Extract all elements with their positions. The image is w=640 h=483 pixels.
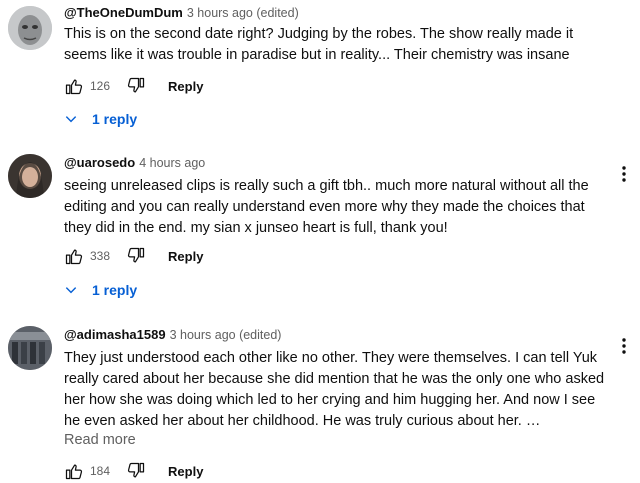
comment-text: seeing unreleased clips is really such a…	[64, 178, 589, 236]
thumbs-up-outline-icon	[65, 79, 83, 95]
comment-header: @adimasha1589 3 hours ago (edited)	[64, 326, 281, 344]
comment-author[interactable]: @TheOneDumDum	[64, 5, 183, 20]
like-button[interactable]	[62, 244, 86, 268]
dislike-button[interactable]	[124, 244, 148, 268]
like-button[interactable]	[62, 459, 86, 483]
thumbs-up-outline-icon	[65, 464, 83, 480]
chevron-down-icon	[65, 116, 77, 123]
comment-actions: 126 Reply	[62, 74, 203, 98]
reply-button[interactable]: Reply	[168, 249, 203, 264]
thumbs-down-outline-icon	[127, 247, 145, 263]
comment-actions: 338 Reply	[62, 244, 203, 268]
like-count: 184	[90, 464, 111, 478]
comment-timestamp[interactable]: 4 hours ago	[139, 156, 205, 170]
comment-menu-button[interactable]	[616, 334, 632, 358]
replies-label: 1 reply	[92, 111, 138, 127]
comment-text: They just understood each other like no …	[64, 350, 605, 429]
comment-text: This is on the second date right? Judgin…	[64, 26, 574, 63]
thumbs-down-outline-icon	[127, 462, 145, 478]
avatar[interactable]	[8, 154, 52, 198]
comment-timestamp[interactable]: 3 hours ago (edited)	[170, 328, 282, 342]
comment-actions: 184 Reply	[62, 459, 203, 483]
vertical-dots-icon	[622, 338, 626, 354]
comment-author[interactable]: @adimasha1589	[64, 327, 166, 342]
like-count: 126	[90, 79, 111, 93]
comment-author[interactable]: @uarosedo	[64, 155, 135, 170]
comment-timestamp[interactable]: 3 hours ago (edited)	[187, 6, 299, 20]
read-more-button[interactable]: Read more	[64, 432, 136, 448]
dislike-button[interactable]	[124, 459, 148, 483]
thumbs-up-outline-icon	[65, 249, 83, 265]
vertical-dots-icon	[622, 166, 626, 182]
chevron-down-icon	[65, 287, 77, 294]
dislike-button[interactable]	[124, 74, 148, 98]
avatar[interactable]	[8, 6, 52, 50]
view-replies-button[interactable]: 1 reply	[64, 278, 137, 302]
thumbs-down-outline-icon	[127, 77, 145, 93]
view-replies-button[interactable]: 1 reply	[64, 107, 137, 131]
comment-menu-button[interactable]	[616, 162, 632, 186]
replies-label: 1 reply	[92, 282, 138, 298]
like-count: 338	[90, 249, 111, 263]
avatar[interactable]	[8, 326, 52, 370]
comment-header: @TheOneDumDum 3 hours ago (edited)	[64, 4, 299, 22]
comment-header: @uarosedo 4 hours ago	[64, 154, 205, 172]
reply-button[interactable]: Reply	[168, 79, 203, 94]
reply-button[interactable]: Reply	[168, 464, 203, 479]
like-button[interactable]	[62, 74, 86, 98]
